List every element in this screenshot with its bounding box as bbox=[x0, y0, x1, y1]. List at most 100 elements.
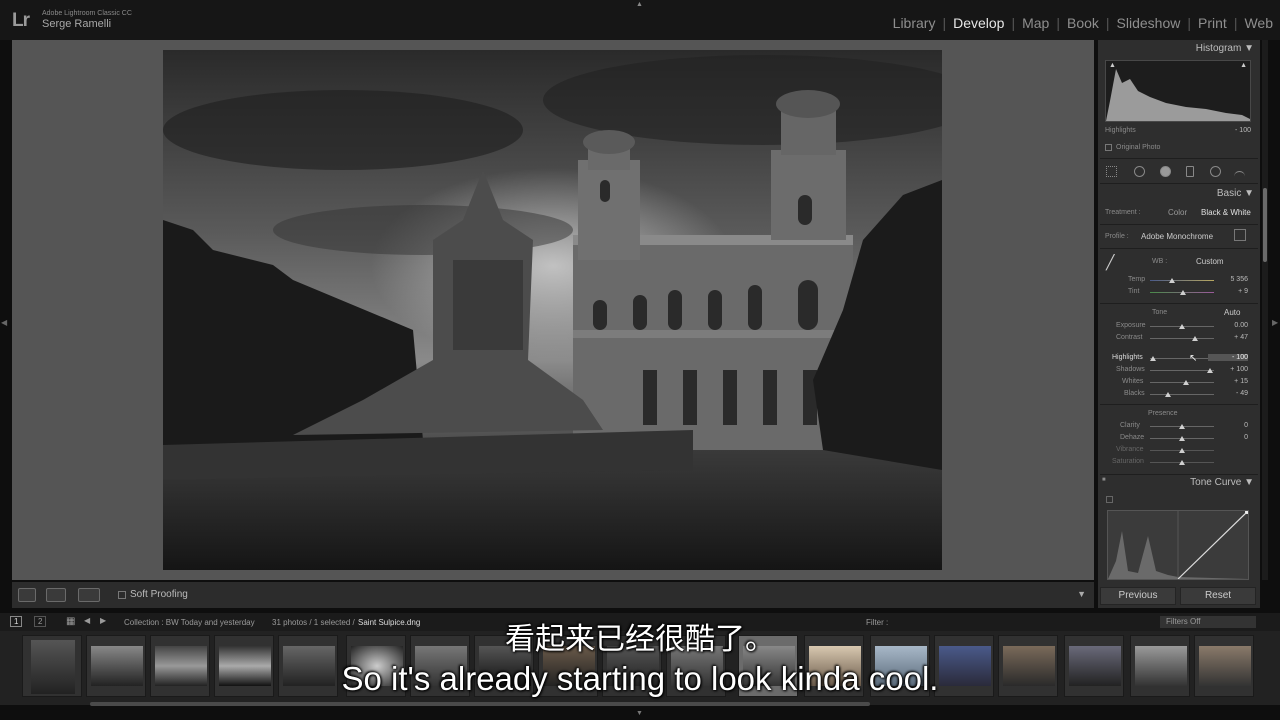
subtitle-chinese: 看起来已经很酷了。 bbox=[505, 622, 775, 657]
photo-preview[interactable] bbox=[163, 50, 942, 570]
highlights-slider-track[interactable] bbox=[1150, 358, 1214, 359]
panel-divider bbox=[1100, 183, 1258, 184]
presence-label: Presence bbox=[1148, 410, 1178, 417]
crop-tool-icon[interactable] bbox=[1106, 166, 1117, 177]
panel-divider bbox=[1100, 158, 1258, 159]
temp-slider-knob[interactable] bbox=[1169, 278, 1176, 283]
church-photo-image bbox=[163, 50, 942, 570]
reset-button[interactable]: Reset bbox=[1180, 587, 1256, 605]
treatment-bw-option[interactable]: Black & White bbox=[1201, 208, 1251, 217]
module-slideshow[interactable]: Slideshow bbox=[1110, 15, 1188, 31]
wb-dropdown[interactable]: Custom bbox=[1196, 257, 1224, 266]
highlights-label: Highlights bbox=[1112, 354, 1143, 361]
tint-label: Tint bbox=[1128, 288, 1140, 295]
blacks-value[interactable]: - 49 bbox=[1208, 390, 1248, 397]
collapse-right-panel-icon[interactable]: ▶ bbox=[1272, 318, 1278, 327]
shadows-slider-track[interactable] bbox=[1150, 370, 1214, 371]
profile-browser-icon[interactable] bbox=[1234, 229, 1246, 241]
treatment-label: Treatment : bbox=[1105, 209, 1141, 216]
whites-slider-track[interactable] bbox=[1150, 382, 1214, 383]
whites-slider-knob[interactable] bbox=[1183, 380, 1190, 385]
right-panel-scrollbar[interactable] bbox=[1262, 40, 1268, 580]
profile-label: Profile : bbox=[1105, 233, 1129, 240]
module-web[interactable]: Web bbox=[1237, 15, 1280, 31]
temp-value[interactable]: 5 356 bbox=[1208, 276, 1248, 283]
module-library[interactable]: Library bbox=[886, 15, 943, 31]
shadows-value[interactable]: + 100 bbox=[1208, 366, 1248, 373]
clarity-label: Clarity bbox=[1120, 422, 1140, 429]
vibrance-slider-knob[interactable] bbox=[1179, 448, 1185, 453]
previous-button[interactable]: Previous bbox=[1100, 587, 1176, 605]
blacks-label: Blacks bbox=[1124, 390, 1145, 397]
collapse-top-panel-icon[interactable]: ▲ bbox=[636, 1, 643, 8]
blacks-slider-track[interactable] bbox=[1150, 394, 1214, 395]
histogram[interactable]: ▲ ▲ bbox=[1105, 60, 1251, 122]
radial-filter-icon[interactable] bbox=[1210, 166, 1221, 177]
loupe-view-button[interactable] bbox=[18, 588, 36, 602]
soft-proofing-checkbox[interactable] bbox=[118, 591, 126, 599]
whites-value[interactable]: + 15 bbox=[1208, 378, 1248, 385]
panel-divider bbox=[1100, 404, 1258, 405]
blacks-slider-knob[interactable] bbox=[1164, 392, 1171, 397]
temp-slider-track[interactable] bbox=[1150, 280, 1214, 281]
top-bar: ▲ Lr Adobe Lightroom Classic CC Serge Ra… bbox=[0, 0, 1280, 40]
panel-divider bbox=[1100, 474, 1258, 475]
adjustment-brush-icon[interactable] bbox=[1234, 171, 1245, 182]
clarity-slider-knob[interactable] bbox=[1179, 424, 1185, 429]
view-toolbar: Soft Proofing ▼ bbox=[12, 582, 1094, 608]
histogram-readout-value: - 100 bbox=[1235, 127, 1251, 134]
wb-label: WB : bbox=[1152, 258, 1168, 265]
histogram-header[interactable]: Histogram ▼ bbox=[1196, 43, 1254, 54]
tone-curve-header[interactable]: Tone Curve ▼ bbox=[1190, 477, 1254, 488]
shadows-label: Shadows bbox=[1116, 366, 1145, 373]
product-name: Adobe Lightroom Classic CC bbox=[42, 10, 132, 17]
clarity-value[interactable]: 0 bbox=[1208, 422, 1248, 429]
right-panel-scroll-thumb[interactable] bbox=[1263, 188, 1267, 262]
loupe-view[interactable] bbox=[12, 40, 1094, 580]
module-book[interactable]: Book bbox=[1060, 15, 1106, 31]
tint-slider-knob[interactable] bbox=[1180, 290, 1187, 295]
exposure-value[interactable]: 0.00 bbox=[1208, 322, 1248, 329]
red-eye-icon[interactable] bbox=[1160, 166, 1171, 177]
tone-curve-switch-icon[interactable]: ■ bbox=[1102, 477, 1106, 483]
contrast-value[interactable]: + 47 bbox=[1208, 334, 1248, 341]
before-after-button[interactable] bbox=[46, 588, 66, 602]
tone-curve-title: Tone Curve bbox=[1190, 477, 1242, 488]
vibrance-label: Vibrance bbox=[1116, 446, 1144, 453]
module-develop[interactable]: Develop bbox=[946, 15, 1011, 31]
panel-divider bbox=[1100, 248, 1258, 249]
contrast-slider-track[interactable] bbox=[1150, 338, 1214, 339]
right-panel: Histogram ▼ ▲ ▲ Highlights - 100 Origina… bbox=[1098, 40, 1260, 608]
dehaze-value[interactable]: 0 bbox=[1208, 434, 1248, 441]
targeted-adjustment-icon[interactable] bbox=[1106, 496, 1113, 503]
highlight-clipping-icon[interactable]: ▲ bbox=[1240, 62, 1247, 69]
shadow-clipping-icon[interactable]: ▲ bbox=[1109, 62, 1116, 69]
tint-value[interactable]: + 9 bbox=[1208, 288, 1248, 295]
exposure-label: Exposure bbox=[1116, 322, 1146, 329]
collapse-left-panel-icon[interactable]: ◀ bbox=[1, 318, 7, 327]
spot-removal-icon[interactable] bbox=[1134, 166, 1145, 177]
tone-curve-graph[interactable] bbox=[1107, 510, 1249, 580]
wb-eyedropper-icon[interactable]: ╱ bbox=[1106, 254, 1114, 271]
tone-label: Tone bbox=[1152, 309, 1168, 316]
basic-header[interactable]: Basic ▼ bbox=[1217, 188, 1254, 199]
yy-view-button[interactable] bbox=[78, 588, 100, 602]
module-map[interactable]: Map bbox=[1015, 15, 1056, 31]
filmstrip-scrollbar[interactable] bbox=[90, 702, 870, 706]
graduated-filter-icon[interactable] bbox=[1186, 166, 1194, 177]
auto-tone-button[interactable]: Auto bbox=[1224, 308, 1240, 317]
saturation-slider-knob[interactable] bbox=[1179, 460, 1185, 465]
treatment-color-option[interactable]: Color bbox=[1168, 208, 1187, 217]
exposure-slider-knob[interactable] bbox=[1179, 324, 1185, 329]
tone-curve-plot bbox=[1108, 510, 1249, 580]
highlights-slider-knob[interactable] bbox=[1150, 356, 1157, 361]
dehaze-slider-knob[interactable] bbox=[1179, 436, 1185, 441]
collapse-bottom-panel-icon[interactable]: ▼ bbox=[636, 710, 643, 717]
module-print[interactable]: Print bbox=[1191, 15, 1234, 31]
highlights-value[interactable]: - 100 bbox=[1208, 354, 1248, 361]
contrast-label: Contrast bbox=[1116, 334, 1143, 341]
profile-dropdown[interactable]: Adobe Monochrome bbox=[1141, 232, 1213, 241]
temp-label: Temp bbox=[1128, 276, 1146, 283]
toolbar-menu-icon[interactable]: ▼ bbox=[1077, 589, 1086, 599]
contrast-slider-knob[interactable] bbox=[1191, 336, 1198, 341]
